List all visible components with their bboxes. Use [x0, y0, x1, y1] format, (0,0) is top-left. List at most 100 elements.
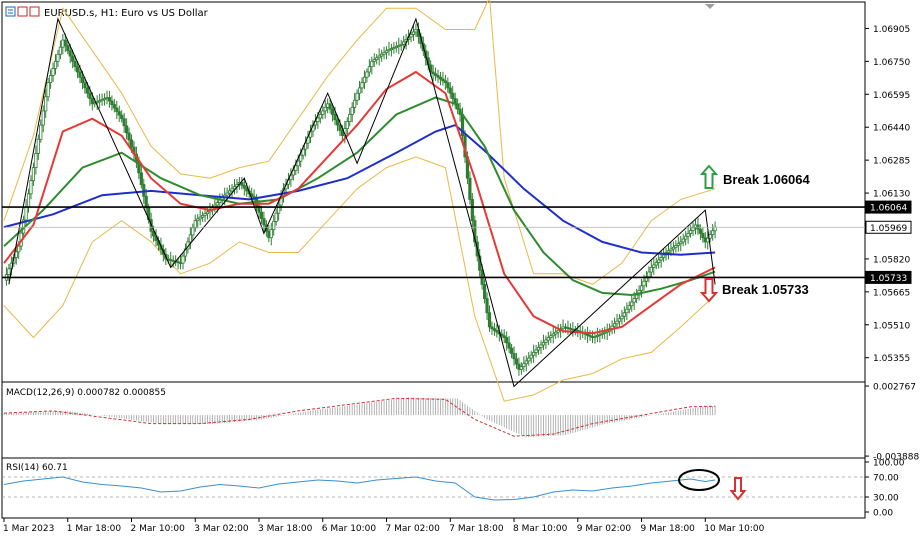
candle-body: [110, 100, 114, 105]
candle-body: [593, 336, 597, 338]
candle-body: [451, 92, 455, 99]
candle-body: [505, 337, 509, 344]
candle-body: [41, 110, 45, 126]
candle-body: [438, 76, 443, 80]
candle-body: [269, 229, 273, 239]
candle-body: [652, 264, 656, 268]
candle-body: [203, 213, 207, 216]
candle-body: [617, 318, 622, 322]
candle-body: [188, 234, 192, 243]
candle-body: [384, 50, 389, 53]
candle-body: [193, 220, 197, 229]
candle-body: [242, 184, 246, 189]
candle-body: [48, 75, 53, 83]
candle-body: [139, 172, 143, 185]
candle-body: [7, 268, 11, 275]
candle-body: [598, 333, 602, 336]
candle-body: [684, 235, 688, 240]
candle-body: [299, 154, 303, 162]
candle-body: [365, 71, 369, 78]
candle-body: [46, 82, 50, 98]
candle-body: [198, 216, 202, 220]
price-axis-label: 1.06130: [873, 190, 910, 200]
candle-body: [532, 351, 536, 356]
time-axis-label: 7 Mar 18:00: [449, 524, 504, 534]
candle-body: [539, 344, 543, 348]
candle-body: [551, 333, 555, 337]
candle-body: [205, 211, 210, 214]
candle-body: [61, 39, 65, 48]
candle-body: [622, 312, 626, 317]
candle-body: [272, 220, 276, 230]
candle-body: [357, 87, 362, 94]
candle-body: [333, 114, 337, 121]
candle-body: [105, 97, 109, 99]
candle-body: [590, 336, 595, 338]
price-axis-label: 1.06905: [873, 25, 910, 35]
candle-body: [649, 267, 653, 273]
candle-body: [544, 339, 548, 343]
candle-body: [178, 262, 183, 264]
candle-body: [230, 188, 234, 192]
candle-body: [53, 60, 58, 69]
candle-body: [102, 98, 107, 100]
candle-body: [335, 119, 340, 126]
candle-body: [441, 78, 445, 82]
candle-body: [620, 315, 624, 320]
candle-body: [446, 82, 450, 89]
price-axis-label: 1.05355: [873, 354, 910, 364]
candle-body: [674, 245, 678, 248]
candle-body: [546, 337, 550, 341]
price-axis-label: 1.05820: [873, 255, 910, 265]
candle-body: [549, 335, 553, 338]
candle-body: [703, 237, 707, 243]
candle-body: [470, 199, 474, 222]
candle-body: [433, 73, 438, 76]
candle-body: [600, 332, 604, 335]
candle-body: [443, 80, 447, 83]
candle-body: [627, 305, 631, 310]
candle-body: [397, 45, 401, 47]
candle-body: [625, 308, 629, 314]
chart-canvas[interactable]: EURUSD.s, H1: Euro vs US Dollar 1.069051…: [0, 0, 923, 538]
candle-body: [612, 323, 617, 327]
candle-body: [71, 55, 75, 62]
candle-body: [495, 330, 499, 333]
candle-body: [654, 262, 658, 266]
candle-body: [372, 59, 376, 62]
candle-body: [259, 211, 264, 219]
candle-body: [402, 41, 406, 45]
candle-body: [666, 250, 671, 253]
time-axis-label: 7 Mar 02:00: [386, 524, 441, 534]
candle-body: [66, 45, 70, 52]
candle-body: [107, 97, 112, 102]
candle-body: [514, 358, 519, 365]
candle-body: [502, 335, 506, 338]
level-price-label: 1.05969: [870, 224, 907, 234]
time-axis-label: 6 Mar 10:00: [322, 524, 377, 534]
candle-body: [585, 333, 590, 336]
candle-body: [129, 139, 134, 148]
candle-body: [691, 227, 695, 231]
candle-body: [29, 180, 33, 195]
candle-body: [529, 354, 533, 359]
candle-body: [512, 353, 516, 360]
candle-body: [117, 111, 121, 116]
candle-body: [350, 106, 354, 115]
candle-body: [73, 60, 77, 68]
candle-body: [36, 138, 40, 154]
candle-body: [681, 238, 685, 243]
candle-body: [676, 243, 680, 246]
macd-axis-label: 0.002767: [873, 383, 916, 393]
candle-body: [595, 334, 599, 337]
candle-body: [679, 241, 683, 245]
level-price-label: 1.06064: [870, 204, 907, 214]
candle-body: [90, 98, 94, 105]
candle-body: [448, 87, 452, 94]
candle-body: [345, 121, 349, 130]
candle-body: [519, 366, 523, 370]
candle-body: [485, 298, 489, 314]
candle-body: [394, 46, 398, 48]
candle-body: [534, 349, 538, 353]
candle-body: [227, 190, 232, 194]
